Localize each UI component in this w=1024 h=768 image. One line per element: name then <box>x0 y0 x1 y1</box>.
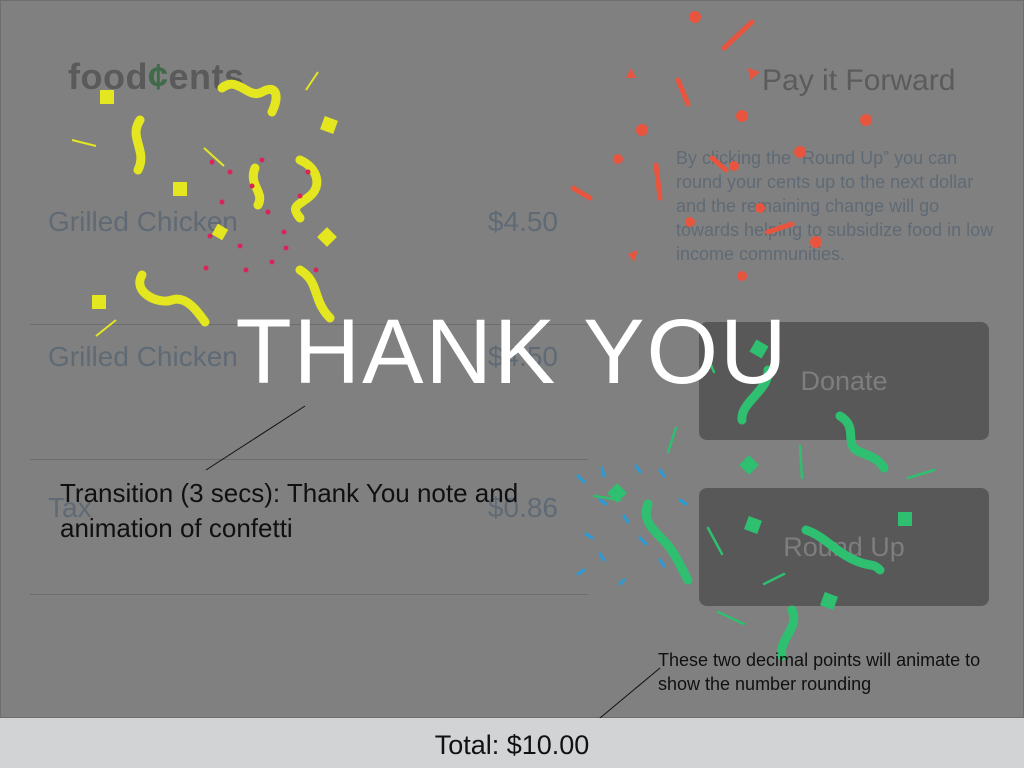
logo-cent-icon: ¢ <box>147 56 169 97</box>
order-item-name: Grilled Chicken <box>48 206 238 237</box>
logo-text-prefix: food <box>68 56 148 97</box>
pay-it-forward-title: Pay it Forward <box>762 64 956 97</box>
decimal-annotation: These two decimal points will animate to… <box>658 650 981 694</box>
transition-annotation: Transition (3 secs): Thank You note and … <box>60 478 519 543</box>
total-bar: Total: $10.00 <box>0 718 1024 768</box>
checkout-screen: food¢ents Grilled Chicken $4.50 Grilled … <box>0 0 1024 718</box>
pay-it-forward-description: By clicking the “Round Up” you can round… <box>676 148 994 264</box>
foodcents-logo: food¢ents <box>68 56 245 98</box>
logo-text-suffix: ents <box>168 56 245 97</box>
round-up-button[interactable]: Round Up <box>699 488 989 606</box>
confetti-blue-specks <box>576 464 688 586</box>
total-amount: Total: $10.00 <box>434 730 590 760</box>
thank-you-overlay: THANK YOU <box>235 301 789 403</box>
order-item-price: $4.50 <box>487 206 558 237</box>
